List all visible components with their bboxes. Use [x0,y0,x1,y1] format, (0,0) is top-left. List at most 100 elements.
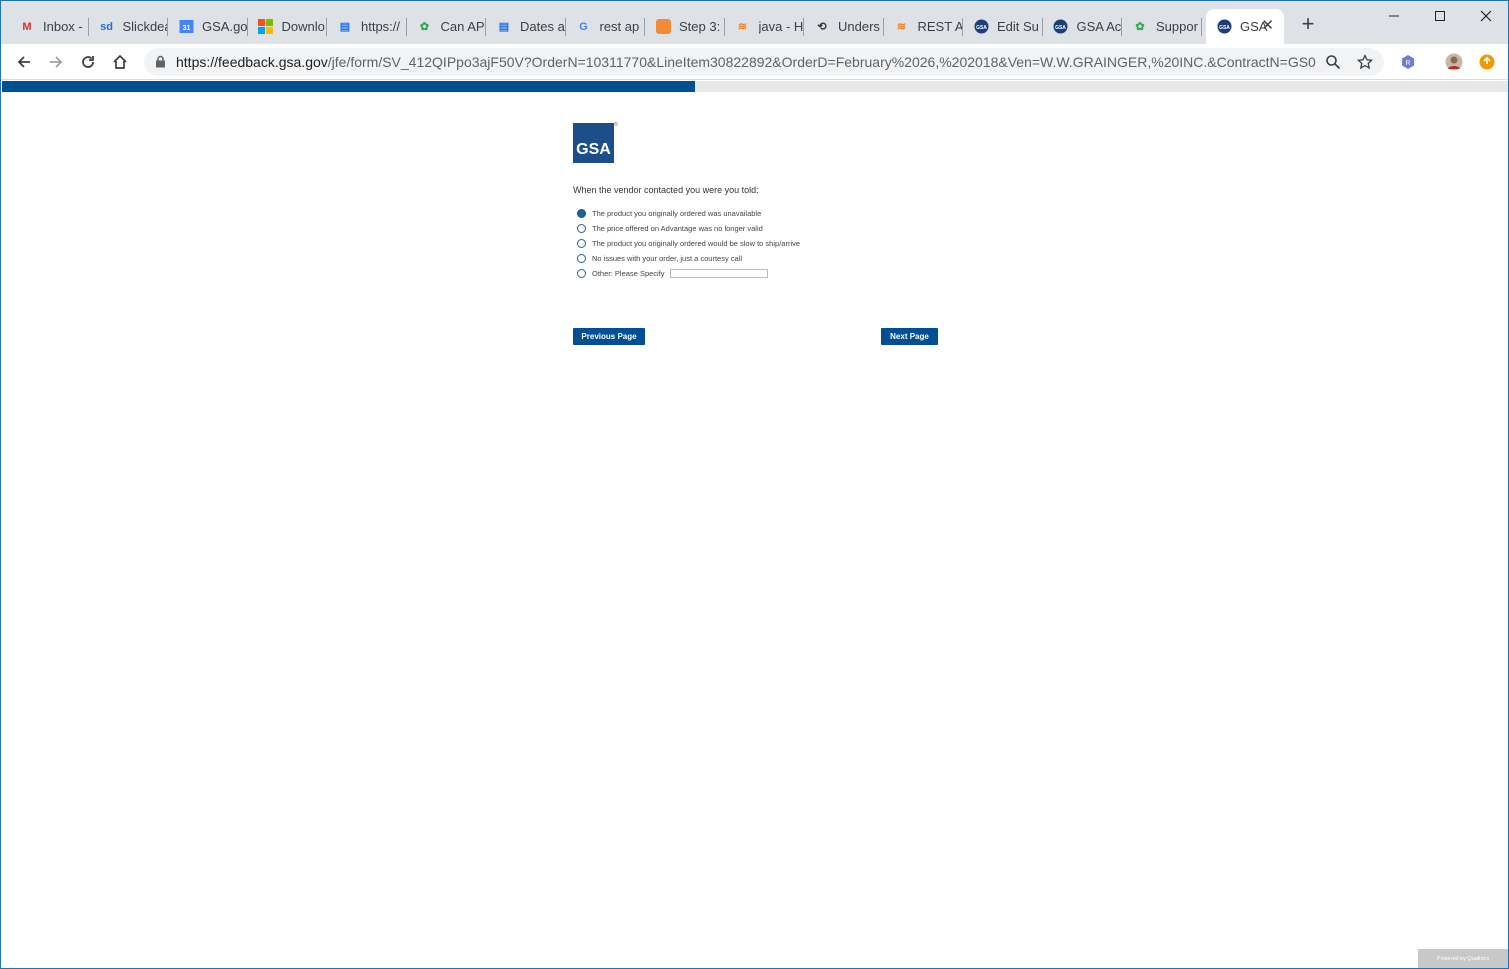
tab-title: Suppor [1156,19,1198,34]
tab-title: Downlo [281,19,325,34]
browser-tab[interactable]: ✿ Can AP [407,9,486,44]
back-button[interactable] [12,50,36,74]
tab-separator [1200,18,1202,36]
choice-option[interactable]: Other: Please Specify [577,266,800,281]
radio-button[interactable] [577,254,586,263]
browser-tab[interactable]: ≋ java - H [725,9,804,44]
community-icon: ✿ [419,21,430,33]
tab-title: Step 3: [679,19,721,34]
bookmark-star-icon[interactable] [1356,53,1374,71]
url-text[interactable]: https://feedback.gsa.gov/jfe/form/SV_412… [176,54,1316,70]
tab-title: Unders [838,19,880,34]
calendar-icon: 31 [178,19,194,35]
choice-list: The product you originally ordered was u… [577,206,800,281]
choice-label[interactable]: No issues with your order, just a courte… [592,254,742,263]
browser-tab[interactable]: GSA GSA Ac [1043,9,1122,44]
browser-tab[interactable]: Downlo [248,9,327,44]
svg-text:GSA: GSA [1055,25,1066,31]
choice-option[interactable]: The product you originally ordered would… [577,236,800,251]
forward-button[interactable] [44,50,68,74]
tab-title: Inbox - [43,19,83,34]
browser-tab[interactable]: GSA GSA ✕ [1206,9,1284,44]
browser-tab[interactable]: ✿ Suppor [1122,9,1202,44]
browser-tab[interactable]: ≋ REST A [884,9,964,44]
extension-hexagon-icon[interactable]: R [1396,50,1420,74]
svg-text:GSA: GSA [1219,25,1230,31]
google-icon: G [579,20,588,33]
link-icon: ⟲ [817,21,827,33]
close-tab-icon[interactable]: ✕ [1261,18,1274,33]
maximize-button[interactable] [1417,5,1463,27]
other-specify-input[interactable] [669,269,768,278]
tab-title: https:// [361,19,401,34]
tab-title: java - H [758,19,804,34]
lock-icon [156,55,165,68]
browser-tab[interactable]: ▤ Dates a [486,9,566,44]
choice-label[interactable]: The product you originally ordered was u… [592,209,761,218]
trademark-mark: ® [614,122,618,128]
choice-option[interactable]: The product you originally ordered was u… [577,206,800,221]
book-icon: ▤ [498,21,510,33]
previous-page-button[interactable]: Previous Page [573,328,645,345]
svg-text:R: R [1405,60,1410,67]
choice-label[interactable]: The price offered on Advantage was no lo… [592,224,763,233]
close-window-button[interactable] [1463,5,1508,27]
reload-button[interactable] [76,50,100,74]
minimize-button[interactable] [1371,5,1417,27]
maximize-icon [1435,11,1445,21]
survey-progress-fill [2,81,695,92]
browser-tab[interactable]: M Inbox - [9,9,89,44]
address-bar[interactable]: https://feedback.gsa.gov/jfe/form/SV_412… [144,48,1384,76]
survey-progress-bar [2,81,1508,92]
avatar-icon [1445,53,1463,71]
close-icon [1480,10,1492,22]
tab-title: Slickdea [122,19,169,34]
gmail-icon: M [22,20,32,33]
browser-tab[interactable]: ▤ https:// [327,9,407,44]
browser-tab[interactable]: ⟲ Unders [804,9,884,44]
gsa-logo: GSA [573,123,614,163]
radio-button[interactable] [577,239,586,248]
slickdeals-icon: sd [100,20,113,33]
gsa-seal-icon: GSA [973,19,989,35]
radio-button-selected[interactable] [577,209,586,218]
tab-title: rest ap [599,19,640,34]
browser-tab[interactable]: sd Slickdea [89,9,169,44]
browser-toolbar: https://feedback.gsa.gov/jfe/form/SV_412… [1,44,1508,80]
tab-title: Dates a [520,19,565,34]
microsoft-icon [258,19,274,35]
choice-option[interactable]: The price offered on Advantage was no lo… [577,221,800,236]
browser-tab[interactable]: Grest ap [566,9,645,44]
forward-arrow-icon [50,56,63,68]
browser-tab[interactable]: 31 GSA.go [168,9,248,44]
radio-button[interactable] [577,224,586,233]
tab-strip: + M Inbox - sd Slickdea 31 GSA.go Downlo ▤ https… [1,1,1508,44]
zoom-icon[interactable] [1324,53,1342,71]
minimize-icon [1389,15,1399,17]
next-page-button[interactable]: Next Page [881,328,938,345]
radio-button[interactable] [577,269,586,278]
tab-title: GSA Ac [1076,19,1122,34]
gsa-seal-icon: GSA [1053,19,1069,35]
home-button[interactable] [108,50,132,74]
choice-option[interactable]: No issues with your order, just a courte… [577,251,800,266]
svg-text:GSA: GSA [976,25,987,31]
tab-title: Edit Su [997,19,1039,34]
profile-avatar[interactable] [1442,50,1466,74]
browser-window: + M Inbox - sd Slickdea 31 GSA.go Downlo ▤ https… [0,0,1509,969]
new-tab-button[interactable]: + [1297,13,1319,36]
tab-title: GSA.go [202,19,248,34]
orange-square-icon [655,19,671,35]
choice-label[interactable]: Other: Please Specify [592,269,665,278]
community-icon: ✿ [1135,21,1145,33]
back-arrow-icon [17,56,30,68]
stackoverflow-icon: ≋ [737,21,748,33]
tab-title: REST A [917,19,964,34]
tab-title: Can AP [440,19,485,34]
browser-tab[interactable]: Step 3: [645,9,725,44]
browser-tab[interactable]: GSA Edit Su [963,9,1043,44]
reload-icon [82,56,94,68]
powered-by-badge[interactable]: Powered by Qualtrics [1418,949,1508,968]
choice-label[interactable]: The product you originally ordered would… [592,239,800,248]
update-icon[interactable] [1475,50,1499,74]
